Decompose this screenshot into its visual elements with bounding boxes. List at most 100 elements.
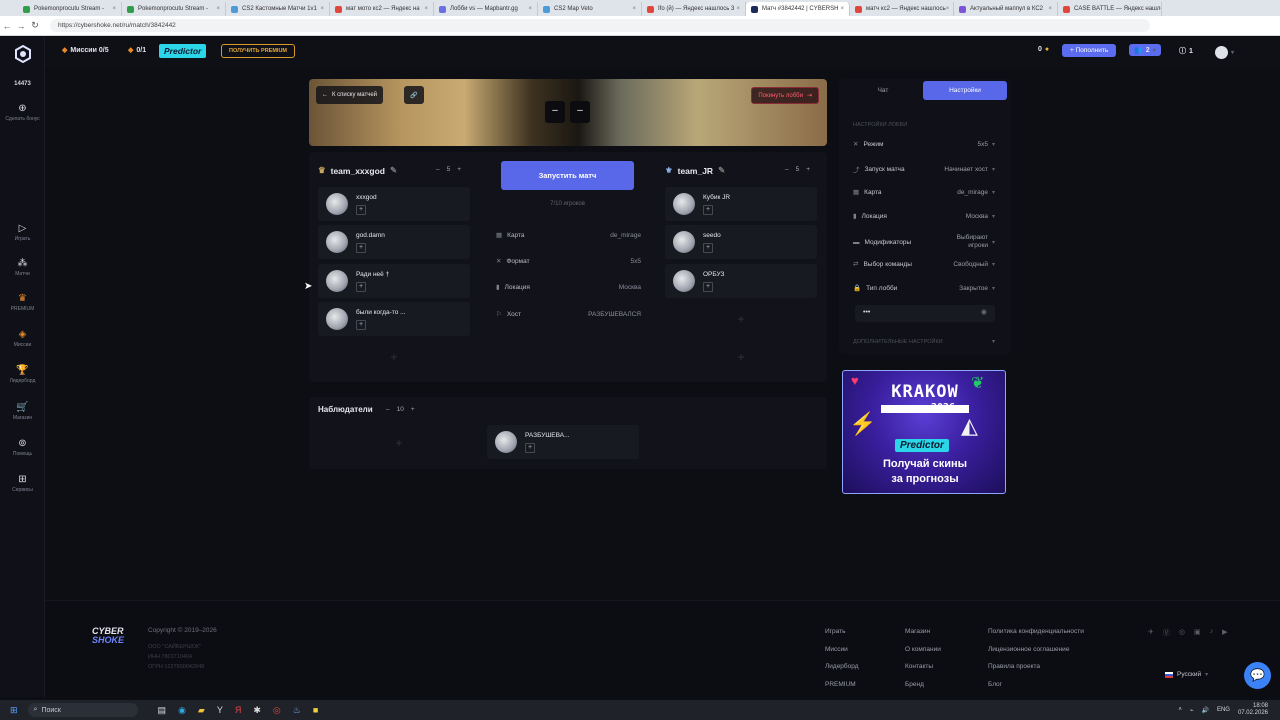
discord-icon[interactable]: ◎ xyxy=(1179,628,1185,638)
predictor-ad-banner[interactable]: ♥ ❦ KRAKOW 2026 ⚡ ◭ Predictor Получай ск… xyxy=(842,370,1006,494)
topup-button[interactable]: + Пополнить xyxy=(1062,44,1117,57)
copy-link-button[interactable]: 🔗 xyxy=(404,86,424,104)
predictor-logo[interactable]: Predictor xyxy=(159,44,207,58)
setting-row[interactable]: ▦ Карта de_mirage ▾ xyxy=(853,188,995,197)
extra-settings-toggle[interactable]: ДОПОЛНИТЕЛЬНЫЕ НАСТРОЙКИ ▾ xyxy=(853,338,995,346)
steam-icon[interactable]: ♨ xyxy=(293,705,301,716)
player-slot[interactable]: были когда-то ... + xyxy=(318,302,470,336)
observers-size-stepper[interactable]: –10 + xyxy=(386,406,415,413)
player-slot[interactable]: Ради неё † + xyxy=(318,264,470,298)
footer-link[interactable]: О компании xyxy=(905,646,941,653)
close-icon[interactable]: × xyxy=(736,6,740,12)
close-icon[interactable]: × xyxy=(216,6,220,12)
empty-player-slot[interactable]: + xyxy=(318,340,470,374)
input-language[interactable]: ENG xyxy=(1217,707,1230,713)
sidebar-item-4[interactable]: ♛ PREMIUM xyxy=(0,293,45,312)
footer-link[interactable]: Бренд xyxy=(905,681,924,688)
password-field[interactable]: ••• ◉ xyxy=(855,305,995,322)
close-icon[interactable]: × xyxy=(632,6,636,12)
sidebar-item-3[interactable]: ⁂ Матчи xyxy=(0,258,45,277)
footer-link[interactable]: Лидерборд xyxy=(825,663,859,670)
setting-row[interactable]: ⇄ Выбор команды Свободный ▾ xyxy=(853,260,995,269)
player-slot[interactable]: seedo + xyxy=(665,225,817,259)
browser-tab[interactable]: Pokemonprocutu Stream - × xyxy=(122,2,226,16)
network-icon[interactable]: ⌁ xyxy=(1190,707,1194,714)
coin-balance[interactable]: 0 ● xyxy=(1038,46,1049,53)
footer-link[interactable]: Миссии xyxy=(825,646,848,653)
browser-tab[interactable]: CS2 Map Veto × xyxy=(538,2,642,16)
browser-tab[interactable]: Ifo (й) — Яндекс нашлось 3 × xyxy=(642,2,746,16)
footer-link[interactable]: Политика конфиденциальности xyxy=(988,628,1084,635)
player-slot[interactable]: Кубик JR + xyxy=(665,187,817,221)
close-icon[interactable]: × xyxy=(840,6,844,12)
tiktok-icon[interactable]: ♪ xyxy=(1210,628,1214,638)
empty-player-slot[interactable]: + xyxy=(665,302,817,336)
sidebar-item-1[interactable]: ⊕ Сделать бонус xyxy=(0,103,45,122)
close-icon[interactable]: × xyxy=(320,6,324,12)
obs-icon[interactable]: ◎ xyxy=(273,705,281,716)
browser-tab[interactable]: Pokemonprocutu Stream - × xyxy=(18,2,122,16)
twitch-icon[interactable]: ▣ xyxy=(1194,628,1201,638)
sidebar-item-7[interactable]: 🛒 Магазин xyxy=(0,402,45,421)
close-icon[interactable]: × xyxy=(424,6,428,12)
app-icon[interactable]: ✱ xyxy=(253,705,261,716)
setting-row[interactable]: ⤴ Запуск матча Начинает хост ▾ xyxy=(853,164,995,175)
back-arrow-icon[interactable]: ← xyxy=(0,21,14,31)
empty-observer-slot[interactable]: + xyxy=(323,426,475,460)
edge-icon[interactable]: ◉ xyxy=(178,705,186,716)
notifications-button[interactable]: ⓘ 1 xyxy=(1179,46,1193,56)
setting-row[interactable]: ▮ Локация Москва ▾ xyxy=(853,212,995,221)
add-icon[interactable]: + xyxy=(356,243,366,253)
setting-row[interactable]: ✕ Режим 5x5 ▾ xyxy=(853,140,995,149)
support-chat-button[interactable]: 💬 xyxy=(1244,662,1271,689)
browser-tab[interactable]: CASE BATTLE — Яндекс нашлось× xyxy=(1058,2,1162,16)
footer-link[interactable]: Блог xyxy=(988,681,1002,688)
language-select[interactable]: Русский ▾ xyxy=(1165,671,1208,678)
browser-tab[interactable]: Актуальный маппул в КС2 × xyxy=(954,2,1058,16)
browser-tab[interactable]: CS2 Кастомные Матчи 1v1 × xyxy=(226,2,330,16)
user-avatar[interactable]: ▾ xyxy=(1215,46,1234,59)
yandex-icon[interactable]: Y xyxy=(217,705,223,716)
windows-start-icon[interactable]: ⊞ xyxy=(10,705,18,716)
player-slot[interactable]: xxxgod + xyxy=(318,187,470,221)
empty-player-slot[interactable]: + xyxy=(665,340,817,374)
setting-row[interactable]: ▬ Модификаторы Выбирают игроки ▾ xyxy=(853,234,995,250)
eye-icon[interactable]: ◉ xyxy=(981,308,987,316)
team-a-size-stepper[interactable]: –5 + xyxy=(436,166,461,173)
close-icon[interactable]: × xyxy=(1048,6,1052,12)
url-input[interactable]: https://cybershoke.net/ru/match/3842442 xyxy=(50,19,1150,32)
edit-icon[interactable]: ✎ xyxy=(718,165,725,176)
footer-link[interactable]: Играть xyxy=(825,628,846,635)
reload-icon[interactable]: ↻ xyxy=(28,20,42,31)
folder-icon[interactable]: ▰ xyxy=(198,705,205,716)
footer-link[interactable]: Магазин xyxy=(905,628,930,635)
youtube-icon[interactable]: ▶ xyxy=(1222,628,1227,638)
close-icon[interactable]: × xyxy=(112,6,116,12)
sidebar-item-2[interactable]: ▷ Играть xyxy=(0,223,45,242)
back-to-matches-button[interactable]: ← К списку матчей xyxy=(316,86,384,104)
footer-link[interactable]: Лицензионное соглашение xyxy=(988,646,1069,653)
edit-icon[interactable]: ✎ xyxy=(390,165,397,176)
close-icon[interactable]: × xyxy=(946,6,950,12)
sidebar-item-5[interactable]: ◈ Миссии xyxy=(0,329,45,348)
clock[interactable]: 18:08 07.02.2026 xyxy=(1238,703,1268,717)
telegram-icon[interactable]: ✈ xyxy=(1148,628,1154,638)
sidebar-item-8[interactable]: ⊚ Помощь xyxy=(0,438,45,457)
vk-icon[interactable]: Ⓥ xyxy=(1163,628,1170,638)
sidebar-item-9[interactable]: ⊞ Сервисы xyxy=(0,474,45,493)
taskbar-search[interactable]: ⌕ Поиск xyxy=(27,703,138,717)
forward-arrow-icon[interactable]: → xyxy=(14,21,28,31)
friends-button[interactable]: 👥 2 ▾ xyxy=(1129,44,1161,56)
sidebar-item-6[interactable]: 🏆 Лидерборд xyxy=(0,365,45,384)
add-icon[interactable]: + xyxy=(356,320,366,330)
site-logo[interactable] xyxy=(0,44,45,65)
volume-icon[interactable]: 🔊 xyxy=(1201,707,1208,714)
setting-row[interactable]: 🔒 Тип лобби Закрытое ▾ xyxy=(853,284,995,293)
footer-logo[interactable]: CYBER SHOKE xyxy=(92,627,124,645)
bonus-counter[interactable]: ◆ 0/1 xyxy=(128,46,146,55)
add-icon[interactable]: + xyxy=(703,282,713,292)
player-slot[interactable]: ОРБУЗ + xyxy=(665,264,817,298)
tab-chat[interactable]: Чат xyxy=(841,81,925,100)
task-view-icon[interactable]: ▤ xyxy=(158,705,167,716)
observer-slot[interactable]: РАЗБУШЕВА... + xyxy=(487,425,639,459)
